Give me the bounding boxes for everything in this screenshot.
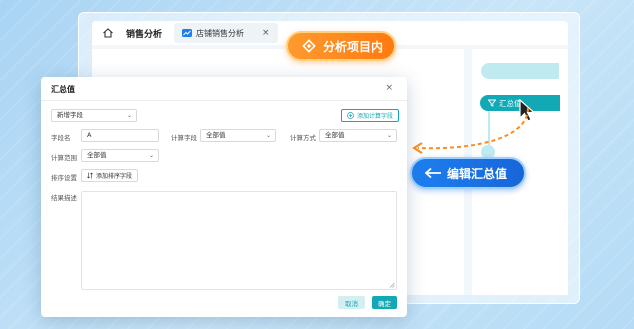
calc-field-label: 计算字段 [171, 134, 197, 142]
sort-icon [87, 172, 93, 179]
chevron-down-icon: ⌄ [148, 152, 154, 159]
cancel-button[interactable]: 取消 [338, 296, 365, 309]
chevron-down-icon: ⌄ [126, 112, 132, 119]
add-calc-field-label: 添加计算字段 [357, 113, 394, 120]
callout-in-project: 分析项目内 [286, 31, 396, 61]
mouse-cursor-icon [519, 99, 536, 122]
tab-close-icon[interactable]: × [262, 28, 270, 38]
calc-method-value: 全部值 [325, 131, 345, 139]
plus-circle-icon [347, 112, 354, 119]
funnel-icon [488, 99, 496, 107]
dialog-header: 汇总值 × [41, 77, 407, 101]
diamond-icon [302, 39, 316, 53]
home-icon[interactable] [102, 27, 114, 39]
ok-button[interactable]: 确定 [372, 296, 397, 309]
tab-label: 店铺销售分析 [196, 28, 245, 38]
result-desc-textarea[interactable] [81, 191, 397, 290]
resize-grip-icon[interactable] [389, 282, 395, 288]
add-calc-field-button[interactable]: 添加计算字段 [341, 109, 400, 122]
add-sort-button[interactable]: 添加排序字段 [81, 169, 139, 182]
new-field-select[interactable]: 新增字段 ⌄ [51, 109, 137, 122]
calc-method-label: 计算方式 [290, 134, 316, 142]
callout-edit-summary: 编辑汇总值 [410, 157, 526, 189]
field-name-label: 字段名 [51, 134, 71, 142]
chart-icon [182, 29, 193, 37]
close-icon[interactable]: × [385, 83, 393, 93]
result-desc-label: 结果描述 [51, 194, 77, 202]
chevron-down-icon: ⌄ [386, 132, 392, 139]
callout-orange-label: 分析项目内 [323, 39, 384, 54]
calc-field-value: 全部值 [206, 131, 226, 139]
dialog-title: 汇总值 [51, 85, 75, 94]
chevron-down-icon: ⌄ [265, 132, 271, 139]
calc-range-value: 全部值 [87, 151, 107, 159]
calc-range-label: 计算范围 [51, 154, 77, 162]
calc-range-select[interactable]: 全部值 ⌄ [81, 149, 159, 162]
calc-field-select[interactable]: 全部值 ⌄ [200, 129, 276, 142]
calc-method-select[interactable]: 全部值 ⌄ [319, 129, 397, 142]
app-title: 销售分析 [126, 29, 163, 40]
add-sort-label: 添加排序字段 [96, 173, 133, 180]
summary-dialog: 汇总值 × 新增字段 ⌄ 添加计算字段 字段名 A 计算字段 全部值 ⌄ 计算方… [41, 77, 407, 317]
arrow-left-icon [424, 167, 441, 179]
new-field-select-value: 新增字段 [57, 111, 83, 119]
field-name-input[interactable]: A [81, 129, 159, 142]
flow-step-bar[interactable] [481, 63, 559, 79]
sort-label: 排序设置 [51, 174, 77, 182]
callout-blue-label: 编辑汇总值 [447, 166, 508, 181]
field-name-value: A [87, 131, 92, 139]
tab-store-sales-analysis[interactable]: 店铺销售分析 × [174, 23, 278, 43]
